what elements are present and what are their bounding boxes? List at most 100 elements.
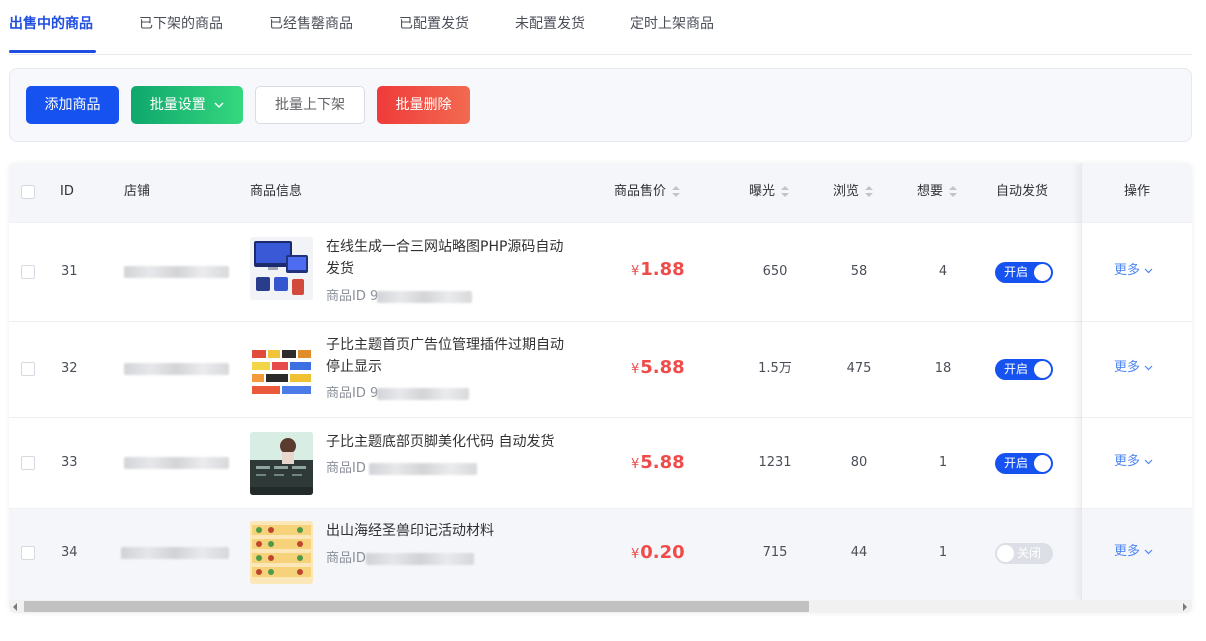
tab-sold-out[interactable]: 已经售罄商品: [269, 14, 353, 34]
currency-symbol: ¥: [631, 264, 640, 279]
exposure-count: 1231: [758, 455, 792, 470]
column-shop: 店铺: [124, 184, 151, 199]
product-id-redacted: [369, 463, 477, 475]
product-image: [250, 338, 313, 401]
table-header: ID 店铺 商品信息 商品售价 曝光 浏览 想要 自动发货 操作: [9, 163, 1192, 222]
row-checkbox[interactable]: [21, 265, 35, 279]
shop-name-redacted: [124, 457, 229, 469]
tab-shipping-configured[interactable]: 已配置发货: [399, 14, 469, 34]
tab-scheduled[interactable]: 定时上架商品: [630, 14, 714, 34]
views-count: 475: [846, 361, 872, 376]
row-id: 33: [61, 455, 78, 470]
fixed-actions-column-divider: [1081, 163, 1192, 600]
table-row: 31 在线生成一合三网站略图PHP源码自动发货 商品ID 9 ¥1.88 650…: [9, 222, 1192, 322]
shop-name-redacted: [121, 547, 229, 559]
auto-ship-toggle[interactable]: 开启: [995, 359, 1053, 380]
product-title[interactable]: 子比主题首页广告位管理插件过期自动停止显示: [326, 334, 576, 378]
column-views-label: 浏览: [833, 184, 860, 199]
price-value: 5.88: [640, 452, 685, 473]
batch-settings-button[interactable]: 批量设置: [131, 86, 243, 124]
chevron-down-icon: [214, 102, 224, 108]
views-count: 44: [850, 545, 868, 560]
auto-ship-toggle[interactable]: 开启: [995, 262, 1053, 283]
column-views[interactable]: 浏览: [833, 183, 874, 201]
product-id-redacted: [366, 553, 474, 565]
product-id-redacted: [377, 291, 472, 303]
exposure-count: 650: [762, 264, 788, 279]
row-checkbox[interactable]: [21, 546, 35, 560]
action-toolbar: 添加商品 批量设置 批量上下架 批量删除: [9, 68, 1192, 142]
scrollbar-thumb[interactable]: [24, 601, 809, 612]
product-price: ¥5.88: [631, 357, 685, 381]
product-thumbnail[interactable]: [250, 237, 313, 300]
column-price-label: 商品售价: [614, 184, 667, 199]
row-id: 32: [61, 361, 78, 376]
tab-bar: 出售中的商品 已下架的商品 已经售罄商品 已配置发货 未配置发货 定时上架商品: [9, 0, 1192, 55]
toggle-label: 开启: [1004, 265, 1029, 279]
product-id-redacted: [377, 388, 469, 400]
horizontal-scrollbar[interactable]: [9, 600, 1192, 613]
product-title[interactable]: 子比主题底部页脚美化代码 自动发货: [326, 431, 586, 453]
product-thumbnail[interactable]: [250, 432, 313, 495]
wants-count: 18: [934, 361, 952, 376]
product-image: [250, 237, 313, 300]
row-id: 34: [61, 545, 78, 560]
wants-count: 1: [938, 455, 948, 470]
row-id: 31: [61, 264, 78, 279]
product-price: ¥0.20: [631, 542, 685, 566]
sort-icon: [865, 185, 874, 198]
product-title[interactable]: 在线生成一合三网站略图PHP源码自动发货: [326, 236, 576, 280]
batch-delete-button[interactable]: 批量删除: [377, 86, 470, 124]
column-wants-label: 想要: [917, 184, 944, 199]
price-value: 1.88: [640, 259, 685, 280]
wants-count: 4: [938, 264, 948, 279]
price-value: 5.88: [640, 357, 685, 378]
sort-icon: [949, 185, 958, 198]
column-wants[interactable]: 想要: [917, 183, 958, 201]
batch-shelf-button[interactable]: 批量上下架: [255, 86, 365, 124]
wants-count: 1: [938, 545, 948, 560]
column-id: ID: [60, 184, 74, 199]
product-id-label: 商品ID 9: [326, 386, 379, 401]
table-row: 34 出山海经圣兽印记活动材料 商品ID ¥0.20 715 44 1 关闭 更…: [9, 508, 1192, 601]
product-thumbnail[interactable]: [250, 338, 313, 401]
currency-symbol: ¥: [631, 362, 640, 377]
product-price: ¥1.88: [631, 259, 685, 283]
product-image: [250, 521, 313, 584]
product-id-label: 商品ID: [326, 551, 366, 566]
row-checkbox[interactable]: [21, 456, 35, 470]
add-product-button[interactable]: 添加商品: [26, 86, 119, 124]
tab-shipping-unconfigured[interactable]: 未配置发货: [515, 14, 585, 34]
sort-icon: [672, 185, 681, 198]
tab-off-shelf[interactable]: 已下架的商品: [139, 14, 223, 34]
toggle-knob: [1034, 455, 1051, 472]
product-thumbnail[interactable]: [250, 521, 313, 584]
active-tab-indicator: [9, 50, 96, 53]
column-info: 商品信息: [250, 184, 303, 199]
product-image: [250, 432, 313, 495]
product-title[interactable]: 出山海经圣兽印记活动材料: [326, 520, 576, 542]
product-price: ¥5.88: [631, 452, 685, 476]
currency-symbol: ¥: [631, 457, 640, 472]
column-price[interactable]: 商品售价: [614, 183, 681, 201]
tab-on-sale[interactable]: 出售中的商品: [9, 14, 93, 34]
batch-settings-label: 批量设置: [149, 97, 206, 113]
price-value: 0.20: [640, 542, 685, 563]
scroll-right-arrow-icon[interactable]: [1183, 603, 1187, 611]
shop-name-redacted: [124, 363, 229, 375]
auto-ship-toggle[interactable]: 开启: [995, 453, 1053, 474]
toggle-label: 关闭: [1017, 546, 1042, 560]
views-count: 58: [850, 264, 868, 279]
column-auto-ship: 自动发货: [996, 184, 1049, 199]
sort-icon: [781, 185, 790, 198]
views-count: 80: [850, 455, 868, 470]
row-checkbox[interactable]: [21, 362, 35, 376]
toggle-knob: [1034, 361, 1051, 378]
column-exposure[interactable]: 曝光: [749, 183, 790, 201]
select-all-checkbox[interactable]: [21, 185, 35, 199]
auto-ship-toggle[interactable]: 关闭: [995, 543, 1053, 564]
exposure-count: 715: [762, 545, 788, 560]
scroll-left-arrow-icon[interactable]: [13, 603, 17, 611]
toggle-label: 开启: [1004, 362, 1029, 376]
product-id-label: 商品ID 9: [326, 289, 379, 304]
